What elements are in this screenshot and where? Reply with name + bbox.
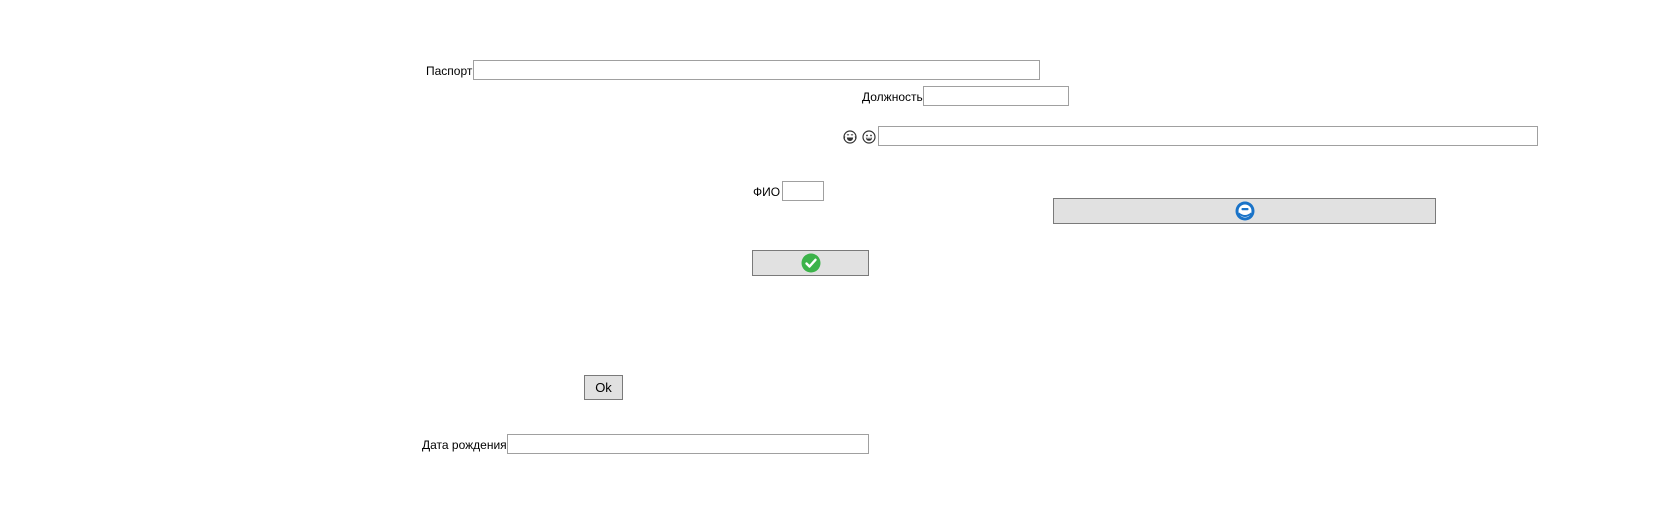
confirm-button[interactable] — [752, 250, 869, 276]
form-window: Паспорт Должность ФИО Ok Дата рождения — [0, 0, 1671, 505]
ok-button-label: Ok — [595, 380, 612, 395]
green-checkmark-icon — [801, 253, 821, 273]
position-input[interactable] — [923, 86, 1069, 106]
ok-button[interactable]: Ok — [584, 375, 623, 400]
laughing-face-icon — [843, 130, 857, 144]
blue-round-badge-icon — [1235, 201, 1255, 221]
fio-label: ФИО — [753, 185, 781, 199]
birthdate-input[interactable] — [507, 434, 869, 454]
badge-icon-button[interactable] — [1053, 198, 1436, 224]
birthdate-label: Дата рождения — [422, 438, 507, 452]
smiling-face-icon — [862, 130, 876, 144]
emoji-input[interactable] — [878, 126, 1538, 146]
fio-input[interactable] — [782, 181, 824, 201]
passport-input[interactable] — [473, 60, 1040, 80]
position-label: Должность — [862, 90, 923, 104]
passport-label: Паспорт — [426, 64, 473, 78]
